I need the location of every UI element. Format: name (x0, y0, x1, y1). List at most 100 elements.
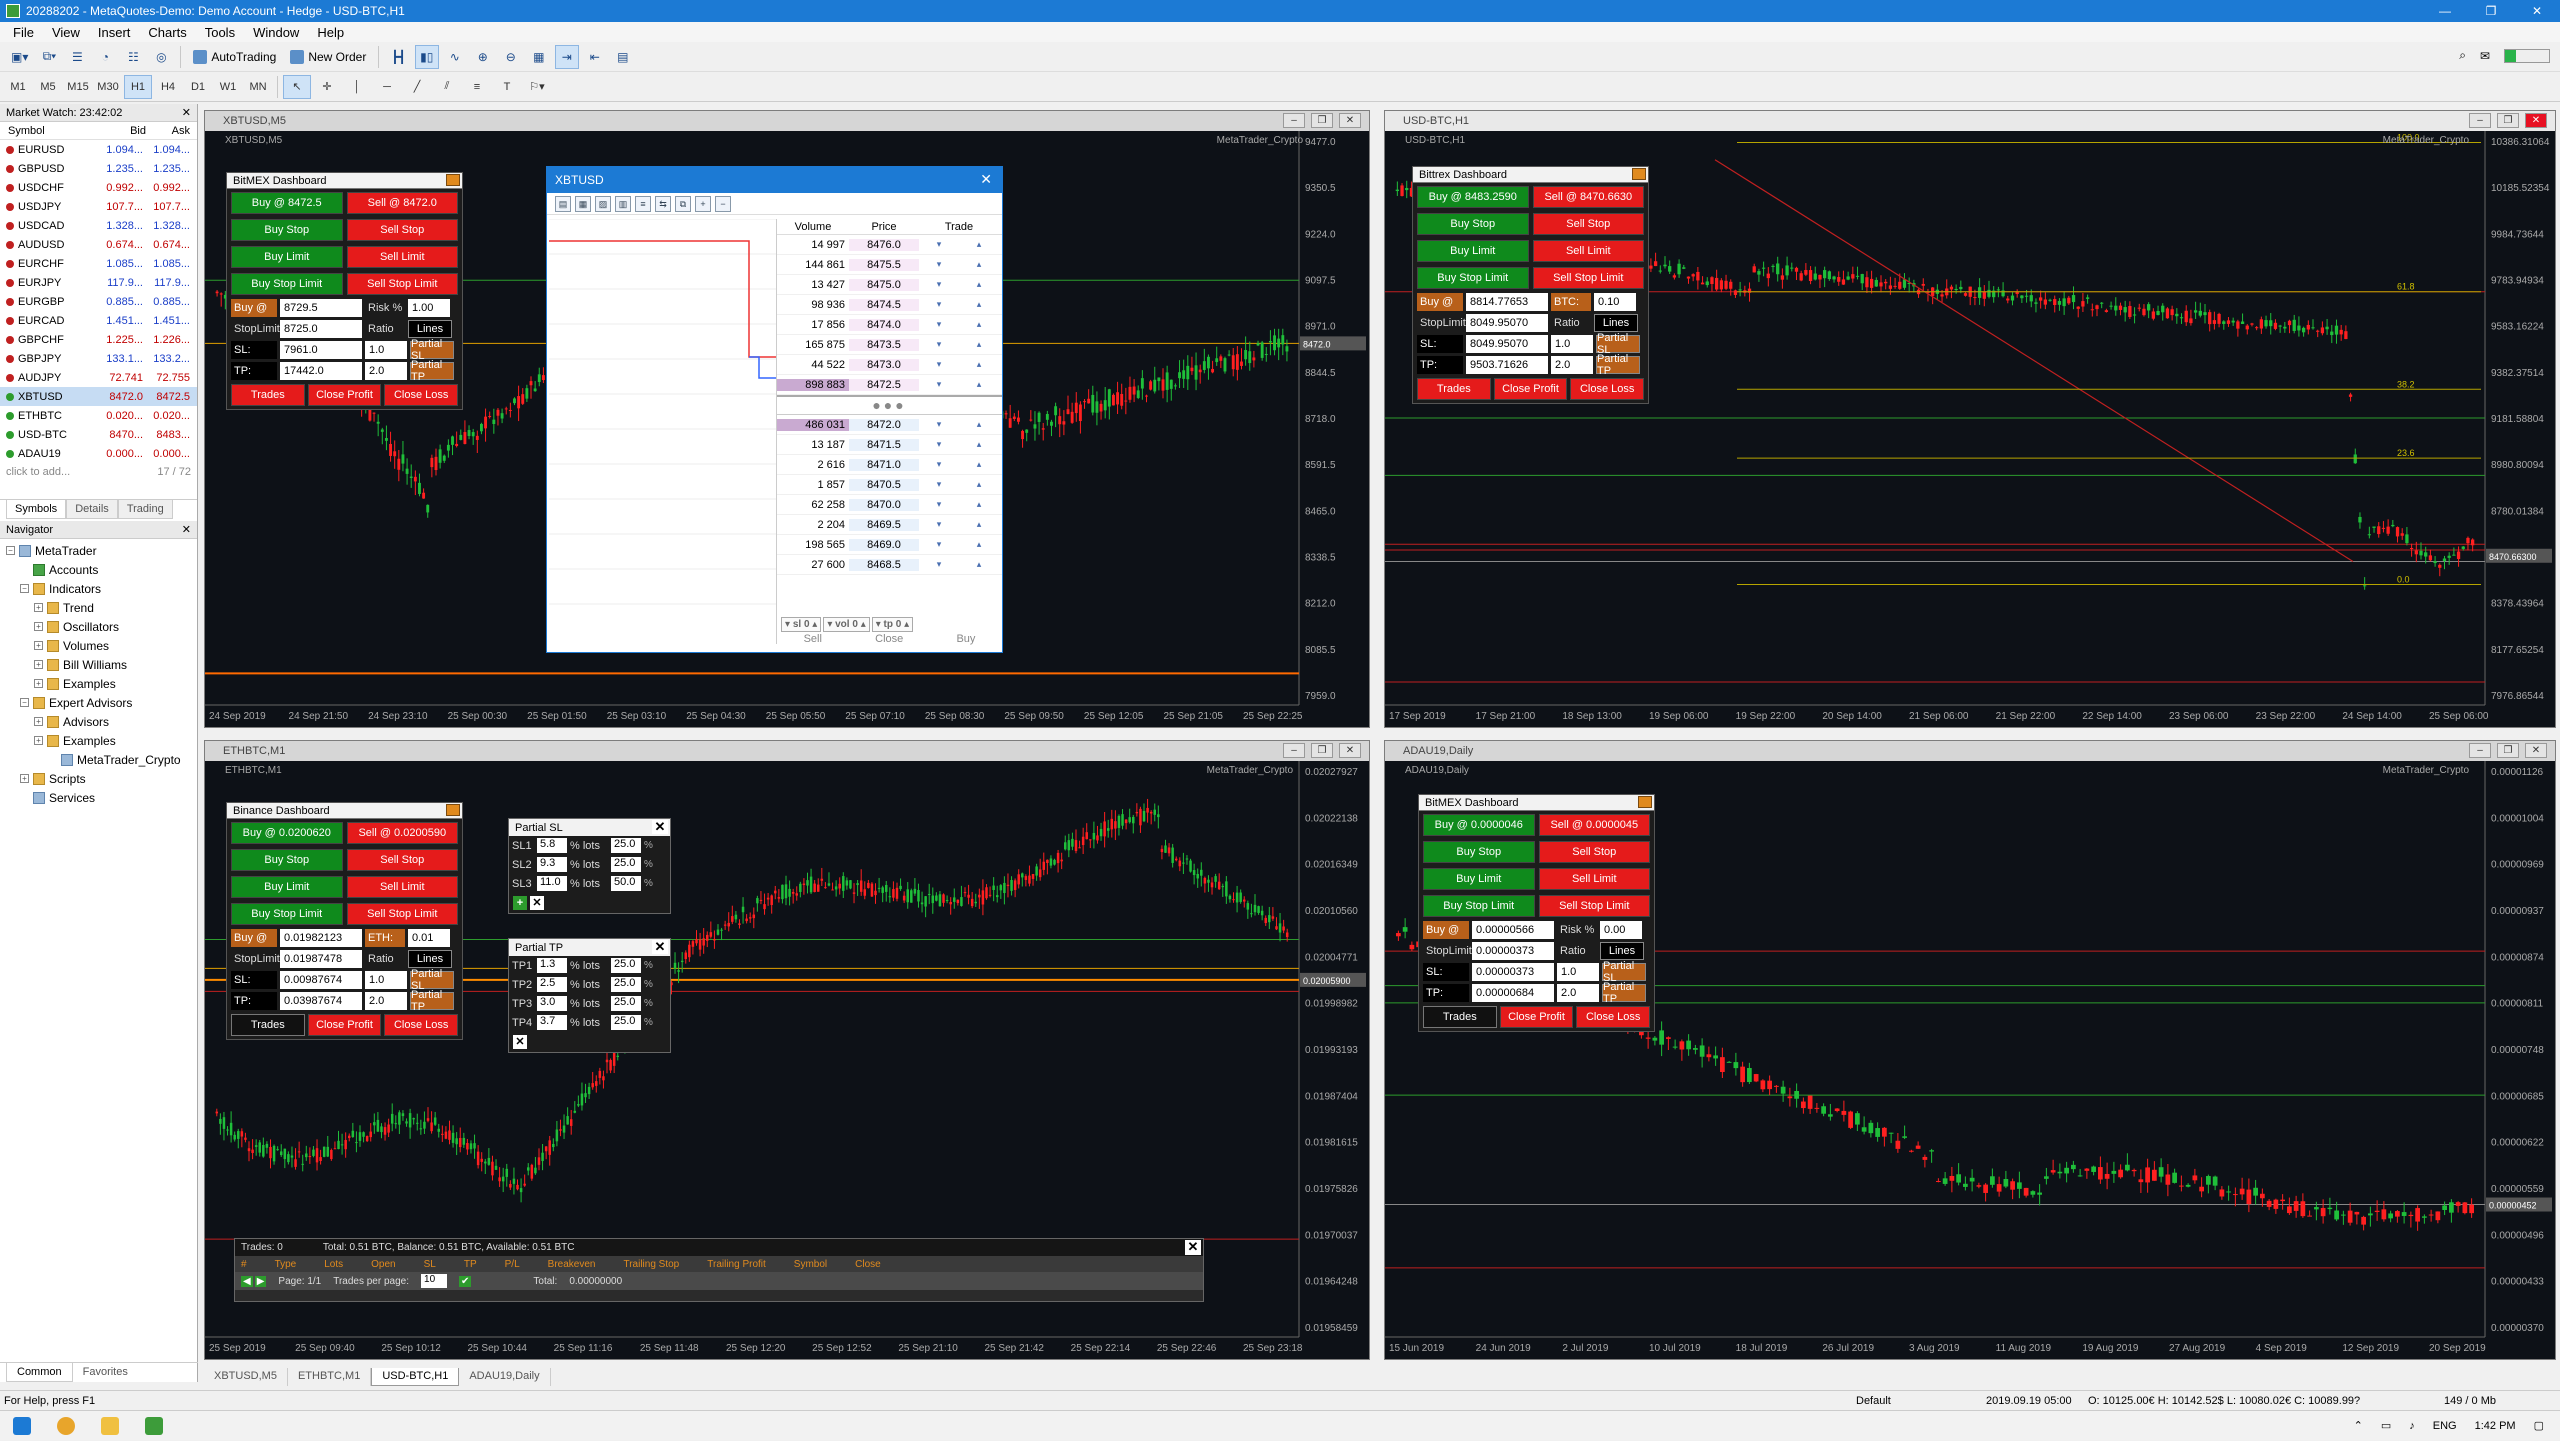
sl-input[interactable]: 7961.0 (280, 340, 362, 359)
navigator-item[interactable]: Accounts (0, 560, 197, 579)
partial-percent-input[interactable]: 25.0 (611, 958, 641, 973)
timeframe-m30[interactable]: M30 (94, 75, 122, 99)
tab-common[interactable]: Common (6, 1363, 73, 1382)
market-watch-row[interactable]: EURUSD 1.094... 1.094... (0, 140, 197, 159)
dom-row[interactable]: 98 936 8474.5 ▾ ▴ (777, 295, 1002, 315)
tp-stepper[interactable]: ▾ tp 0 ▴ (871, 617, 914, 632)
dom-ticks-icon[interactable]: ▨ (595, 195, 611, 212)
buy-stop-button[interactable]: Buy Stop (231, 848, 343, 871)
sell-limit-button[interactable]: Sell Limit (1532, 239, 1644, 262)
dom-row[interactable]: 486 031 8472.0 ▾ ▴ (777, 415, 1002, 435)
metatrader-taskbar-icon[interactable] (132, 1411, 176, 1441)
sell-button[interactable]: Sell @ 0.0000045 (1538, 813, 1650, 836)
close-icon[interactable]: ✕ (2525, 113, 2547, 128)
sell-arrow-icon[interactable]: ▾ (919, 259, 959, 270)
network-icon[interactable]: ▭ (2381, 1419, 2391, 1432)
market-watch-row[interactable]: EURCAD 1.451... 1.451... (0, 311, 197, 330)
buy-arrow-icon[interactable]: ▴ (959, 339, 999, 350)
stoplimit-input[interactable]: 8049.95070 (1466, 313, 1548, 332)
buy-arrow-icon[interactable]: ▴ (959, 479, 999, 490)
partial-distance-input[interactable]: 2.5 (537, 977, 567, 992)
dom-filter-icon[interactable]: ≡ (635, 195, 651, 212)
market-watch-row[interactable]: EURCHF 1.085... 1.085... (0, 254, 197, 273)
dom-row[interactable]: 198 565 8469.0 ▾ ▴ (777, 535, 1002, 555)
dom-row[interactable]: 44 522 8473.0 ▾ ▴ (777, 355, 1002, 375)
trades-button[interactable]: Trades (1417, 377, 1491, 400)
sl-input[interactable]: 8049.95070 (1466, 334, 1548, 353)
sell-arrow-icon[interactable]: ▾ (919, 439, 959, 450)
menu-help[interactable]: Help (308, 25, 353, 40)
sl-input[interactable]: 0.00000373 (1472, 962, 1554, 981)
close-icon[interactable]: ✕ (652, 820, 668, 834)
chevron-up-icon[interactable]: ⌃ (2354, 1419, 2363, 1432)
buy-button[interactable]: Buy @ 8483.2590 (1417, 185, 1529, 208)
dom-settings-icon[interactable]: ▤ (555, 195, 571, 212)
dom-mode-icon[interactable]: ⇆ (655, 195, 671, 212)
dom-row[interactable]: 898 883 8472.5 ▾ ▴ (777, 375, 1002, 395)
close-loss-button[interactable]: Close Loss (384, 383, 459, 406)
sell-button[interactable]: Sell @ 8470.6630 (1532, 185, 1644, 208)
sell-arrow-icon[interactable]: ▾ (919, 559, 959, 570)
remove-icon[interactable]: ✕ (530, 896, 544, 910)
windows-start-icon[interactable] (0, 1411, 44, 1441)
tab-details[interactable]: Details (66, 500, 118, 519)
dom-row[interactable]: 14 997 8476.0 ▾ ▴ (777, 235, 1002, 255)
buy-arrow-icon[interactable]: ▴ (959, 519, 999, 530)
market-watch-row[interactable]: USDCAD 1.328... 1.328... (0, 216, 197, 235)
dom-grid-icon[interactable]: ▦ (575, 195, 591, 212)
tab-trading[interactable]: Trading (117, 500, 173, 519)
timeframe-h1[interactable]: H1 (124, 74, 152, 99)
expand-icon[interactable]: − (20, 584, 29, 593)
lines-button[interactable]: Lines (1594, 313, 1638, 332)
lines-button[interactable]: Lines (1600, 941, 1644, 960)
horizontal-line-icon[interactable]: ─ (373, 75, 401, 99)
sl-ratio-input[interactable]: 1.0 (1551, 334, 1593, 353)
sell-arrow-icon[interactable]: ▾ (919, 459, 959, 470)
restore-icon[interactable]: ❐ (2497, 743, 2519, 758)
chart-window-titlebar[interactable]: ETHBTC,M1 – ❐ ✕ (205, 741, 1369, 761)
market-watch-row[interactable]: EURGBP 0.885... 0.885... (0, 292, 197, 311)
dom-columns-icon[interactable]: ▥ (615, 195, 631, 212)
autotrading-button[interactable]: AutoTrading (188, 45, 281, 69)
menu-insert[interactable]: Insert (89, 25, 140, 40)
partial-distance-input[interactable]: 9.3 (537, 857, 567, 872)
sell-arrow-icon[interactable]: ▾ (919, 499, 959, 510)
tp-ratio-input[interactable]: 2.0 (1551, 355, 1593, 374)
auto-scroll-icon[interactable]: ⇥ (554, 44, 579, 69)
profiles-icon[interactable]: ⧉▾ (37, 45, 61, 69)
timeframe-m1[interactable]: M1 (4, 75, 32, 99)
market-watch-icon[interactable]: ☰ (65, 45, 89, 69)
partial-percent-input[interactable]: 50.0 (611, 876, 641, 891)
buy-stop-limit-button[interactable]: Buy Stop Limit (1417, 266, 1529, 289)
minimize-icon[interactable]: – (1283, 113, 1305, 128)
tab-usd-btc[interactable]: USD-BTC,H1 (371, 1368, 460, 1386)
crosshair-icon[interactable]: ✛ (313, 75, 341, 99)
close-icon[interactable]: ✕ (2514, 0, 2560, 22)
minimize-icon[interactable] (1632, 168, 1646, 180)
buy-arrow-icon[interactable]: ▴ (959, 499, 999, 510)
buy-arrow-icon[interactable]: ▴ (959, 319, 999, 330)
close-button[interactable]: Close (875, 633, 903, 645)
close-icon[interactable]: ✕ (980, 171, 992, 188)
partial-sl-button[interactable]: Partial SL (1602, 960, 1646, 984)
add-icon[interactable]: + (513, 896, 527, 910)
market-watch-row[interactable]: USDJPY 107.7... 107.7... (0, 197, 197, 216)
sell-button[interactable]: Sell @ 0.0200590 (346, 821, 458, 844)
close-icon[interactable]: ✕ (2525, 743, 2547, 758)
menu-charts[interactable]: Charts (139, 25, 195, 40)
dom-row[interactable]: 62 258 8470.0 ▾ ▴ (777, 495, 1002, 515)
partial-tp-button[interactable]: Partial TP (1602, 981, 1646, 1005)
partial-distance-input[interactable]: 5.8 (537, 838, 567, 853)
dom-row[interactable]: 144 861 8475.5 ▾ ▴ (777, 255, 1002, 275)
buy-stop-limit-button[interactable]: Buy Stop Limit (1423, 894, 1535, 917)
tp-ratio-input[interactable]: 2.0 (365, 991, 407, 1010)
stoplimit-input[interactable]: 8725.0 (280, 319, 362, 338)
navigator-item[interactable]: + Oscillators (0, 617, 197, 636)
minimize-icon[interactable]: – (2469, 743, 2491, 758)
sell-arrow-icon[interactable]: ▾ (919, 479, 959, 490)
partial-percent-input[interactable]: 25.0 (611, 996, 641, 1011)
sell-arrow-icon[interactable]: ▾ (919, 519, 959, 530)
buy-limit-button[interactable]: Buy Limit (231, 875, 343, 898)
sell-arrow-icon[interactable]: ▾ (919, 419, 959, 430)
sell-stop-button[interactable]: Sell Stop (346, 848, 458, 871)
